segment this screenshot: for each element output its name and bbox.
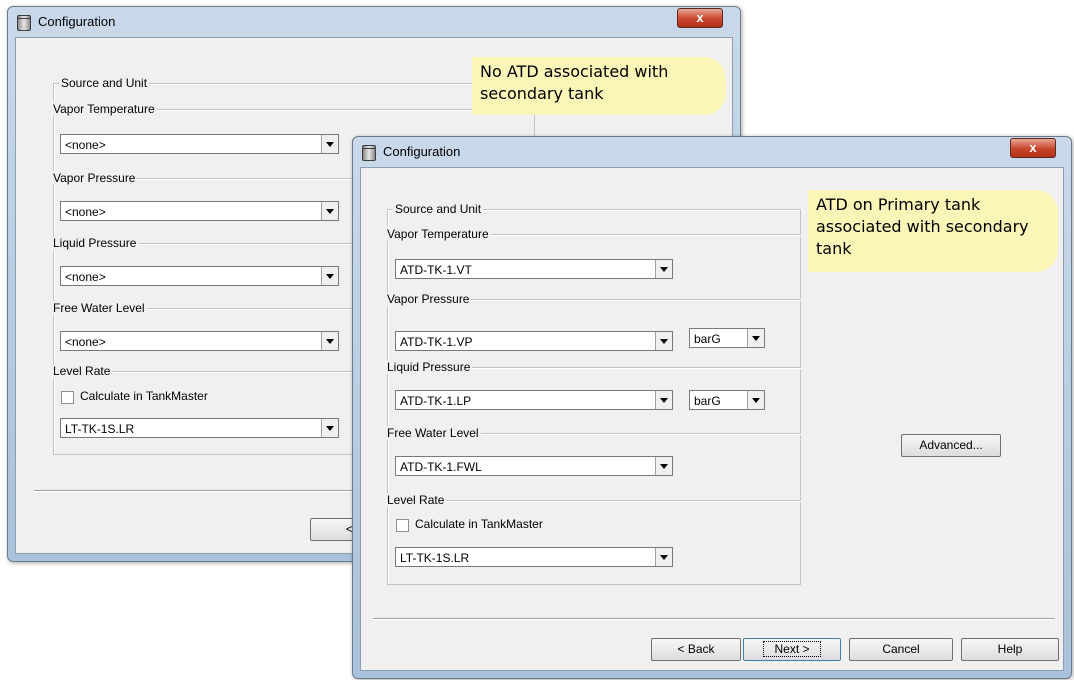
front-title-bar[interactable]: Configuration x (353, 137, 1071, 167)
back-title-bar[interactable]: Configuration x (8, 7, 740, 37)
front-free-water-level-label: Free Water Level (387, 426, 481, 440)
back-liquid-pressure-select[interactable]: <none> (60, 266, 339, 286)
back-level-rate-label: Level Rate (53, 364, 113, 378)
chevron-down-icon[interactable] (655, 260, 672, 278)
back-calculate-label: Calculate in TankMaster (80, 389, 208, 403)
front-callout: ATD on Primary tank associated with seco… (808, 190, 1058, 272)
front-close-button[interactable]: x (1010, 138, 1056, 158)
advanced-button[interactable]: Advanced... (901, 434, 1001, 457)
back-window-title: Configuration (38, 14, 116, 29)
chevron-down-icon[interactable] (321, 419, 338, 437)
front-calculate-label: Calculate in TankMaster (415, 517, 543, 531)
back-group-title: Source and Unit (59, 76, 150, 90)
back-vapor-pressure-select[interactable]: <none> (60, 201, 339, 221)
front-vapor-temperature-select[interactable]: ATD-TK-1.VT (395, 259, 673, 279)
back-liquid-pressure-label: Liquid Pressure (53, 236, 139, 250)
front-calculate-checkbox[interactable] (396, 519, 409, 532)
chevron-down-icon[interactable] (655, 548, 672, 566)
front-window-title: Configuration (383, 144, 461, 159)
chevron-down-icon[interactable] (655, 391, 672, 409)
back-free-water-level-select[interactable]: <none> (60, 331, 339, 351)
back-vapor-temperature-select[interactable]: <none> (60, 134, 339, 154)
back-callout: No ATD associated with secondary tank (472, 57, 726, 115)
help-button[interactable]: Help (961, 638, 1059, 661)
chevron-down-icon[interactable] (321, 267, 338, 285)
back-button[interactable]: < Back (651, 638, 741, 661)
front-group-title: Source and Unit (393, 202, 484, 216)
chevron-down-icon[interactable] (655, 332, 672, 350)
database-icon (362, 145, 376, 161)
chevron-down-icon[interactable] (321, 135, 338, 153)
chevron-down-icon[interactable] (747, 391, 764, 409)
front-liquid-pressure-label: Liquid Pressure (387, 360, 473, 374)
front-vapor-pressure-select[interactable]: ATD-TK-1.VP (395, 331, 673, 351)
chevron-down-icon[interactable] (321, 332, 338, 350)
chevron-down-icon[interactable] (747, 329, 764, 347)
front-liquid-pressure-unit-select[interactable]: barG (689, 390, 765, 410)
next-button[interactable]: Next > (743, 638, 841, 661)
chevron-down-icon[interactable] (321, 202, 338, 220)
back-level-rate-select[interactable]: LT-TK-1S.LR (60, 418, 339, 438)
front-liquid-pressure-select[interactable]: ATD-TK-1.LP (395, 390, 673, 410)
front-vapor-temperature-label: Vapor Temperature (387, 227, 491, 241)
front-level-rate-label: Level Rate (387, 493, 447, 507)
back-vapor-pressure-label: Vapor Pressure (53, 171, 138, 185)
front-vapor-pressure-label: Vapor Pressure (387, 292, 472, 306)
database-icon (17, 15, 31, 31)
chevron-down-icon[interactable] (655, 457, 672, 475)
front-free-water-level-select[interactable]: ATD-TK-1.FWL (395, 456, 673, 476)
back-free-water-level-label: Free Water Level (53, 301, 147, 315)
back-calculate-checkbox[interactable] (61, 391, 74, 404)
back-close-button[interactable]: x (677, 8, 723, 28)
front-level-rate-select[interactable]: LT-TK-1S.LR (395, 547, 673, 567)
front-vapor-pressure-unit-select[interactable]: barG (689, 328, 765, 348)
front-bottom-separator (373, 618, 1055, 619)
back-vapor-temperature-label: Vapor Temperature (53, 102, 157, 116)
cancel-button[interactable]: Cancel (849, 638, 953, 661)
